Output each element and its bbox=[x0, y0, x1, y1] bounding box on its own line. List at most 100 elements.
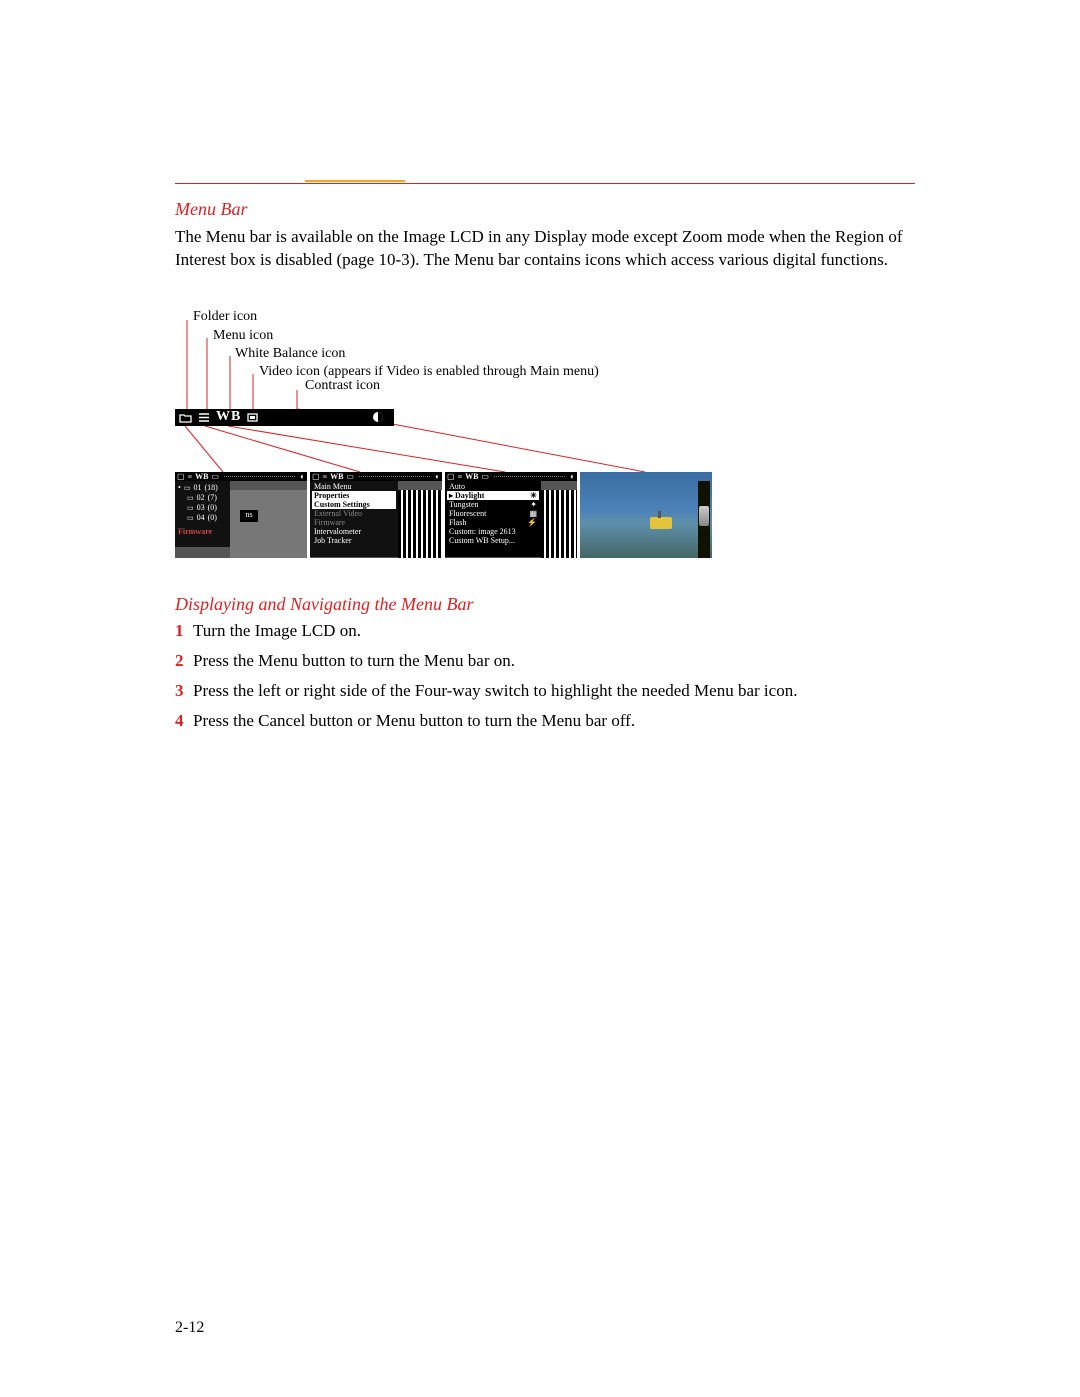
folder-name: 03 bbox=[197, 503, 205, 512]
callout-menu: Menu icon bbox=[213, 329, 273, 344]
list-item: ▭ 04 (0) bbox=[178, 513, 227, 523]
video-icon: ▭ bbox=[211, 472, 219, 481]
menu-bar-intro: The Menu bar is available on the Image L… bbox=[175, 226, 915, 272]
wb-icon: WB bbox=[195, 472, 208, 481]
menu-icon: ≡ bbox=[323, 472, 328, 481]
rule-red bbox=[175, 183, 915, 184]
wb-icon: WB bbox=[330, 472, 343, 481]
folder-icon: ▢ bbox=[177, 472, 185, 481]
item-label: Custom WB Setup... bbox=[449, 536, 515, 545]
step-number: 1 bbox=[175, 621, 193, 641]
contrast-icon: ◐ bbox=[570, 472, 575, 481]
callout-folder: Folder icon bbox=[193, 310, 257, 325]
step-item: 1 Turn the Image LCD on. bbox=[175, 621, 915, 641]
flash-icon: ⚡ bbox=[527, 518, 537, 527]
thumb-bar: ▢ ≡ WB ▭ ◐ bbox=[445, 472, 577, 481]
step-text: Turn the Image LCD on. bbox=[193, 621, 915, 641]
folder-name: 01 bbox=[193, 483, 201, 492]
bullet-icon: • bbox=[178, 483, 181, 492]
video-icon bbox=[247, 409, 261, 425]
thumbs-row: ▢ ≡ WB ▭ ◐ • ▭ 01 (18) bbox=[175, 472, 712, 558]
wb-icon: WB bbox=[216, 409, 241, 425]
daylight-icon: ☀ bbox=[530, 491, 537, 500]
bar-separator bbox=[359, 476, 430, 477]
steps-list: 1 Turn the Image LCD on. 2 Press the Men… bbox=[175, 621, 915, 731]
step-number: 3 bbox=[175, 681, 193, 701]
folder-list: • ▭ 01 (18) ▭ 02 (7) bbox=[175, 481, 230, 547]
list-item: Custom: image 2613 bbox=[447, 527, 539, 536]
tungsten-icon: ✦ bbox=[530, 500, 537, 509]
list-item: Properties bbox=[312, 491, 396, 500]
step-text: Press the Cancel button or Menu button t… bbox=[193, 711, 915, 731]
step-number: 4 bbox=[175, 711, 193, 731]
step-number: 2 bbox=[175, 651, 193, 671]
thumb-body: Auto ▸ Daylight ☀ Tungsten ✦ Fluorescent bbox=[445, 481, 577, 558]
menu-icon: ≡ bbox=[458, 472, 463, 481]
thumb-bar: ▢ ≡ WB ▭ ◐ bbox=[310, 472, 442, 481]
menu-icon: ≡ bbox=[188, 472, 193, 481]
list-item: ▸ Daylight ☀ bbox=[447, 491, 539, 500]
list-item: Tungsten ✦ bbox=[447, 500, 539, 509]
list-item: Fluorescent ▦ bbox=[447, 509, 539, 518]
callout-contrast: Contrast icon bbox=[305, 379, 380, 394]
preview-filmstrip bbox=[398, 490, 442, 558]
step-text: Press the left or right side of the Four… bbox=[193, 681, 915, 701]
boat-icon bbox=[650, 517, 672, 529]
menu-icon bbox=[198, 409, 210, 425]
list-item: • ▭ 01 (18) bbox=[178, 483, 227, 493]
folder-icon: ▭ bbox=[187, 514, 194, 522]
item-label: Fluorescent bbox=[449, 509, 486, 518]
item-label: Custom: image 2613 bbox=[449, 527, 516, 536]
page-number: 2-12 bbox=[175, 1319, 204, 1337]
menu-bar-large: WB bbox=[175, 409, 394, 426]
video-icon: ▭ bbox=[346, 472, 354, 481]
folder-count: (0) bbox=[208, 503, 217, 512]
list-item: Firmware bbox=[312, 518, 396, 527]
folder-icon bbox=[179, 409, 192, 425]
rule-orange bbox=[305, 180, 405, 182]
folder-icon: ▢ bbox=[312, 472, 320, 481]
thumb-wb-menu: ▢ ≡ WB ▭ ◐ Auto ▸ Daylight ☀ bbox=[445, 472, 577, 558]
contrast-icon bbox=[372, 409, 384, 425]
fluorescent-icon: ▦ bbox=[529, 509, 537, 518]
thumb-folder: ▢ ≡ WB ▭ ◐ • ▭ 01 (18) bbox=[175, 472, 307, 558]
callout-wb: White Balance icon bbox=[235, 347, 345, 362]
list-item: ▭ 02 (7) bbox=[178, 493, 227, 503]
contrast-icon: ◐ bbox=[435, 472, 440, 481]
video-icon: ▭ bbox=[481, 472, 489, 481]
step-item: 2 Press the Menu button to turn the Menu… bbox=[175, 651, 915, 671]
section-title-navigation: Displaying and Navigating the Menu Bar bbox=[175, 594, 915, 615]
wb-icon: WB bbox=[465, 472, 478, 481]
preview-pane: ns bbox=[230, 490, 307, 558]
folder-count: (0) bbox=[208, 513, 217, 522]
list-item: Job Tracker bbox=[312, 536, 396, 545]
figure: Folder icon Menu icon White Balance icon… bbox=[175, 302, 915, 572]
folder-icon: ▢ bbox=[447, 472, 455, 481]
page: Menu Bar The Menu bar is available on th… bbox=[0, 0, 1080, 1397]
slider-knob bbox=[699, 506, 709, 526]
list-item: Custom Settings bbox=[312, 500, 396, 509]
list-item: Main Menu bbox=[312, 482, 396, 491]
bar-separator bbox=[224, 476, 295, 477]
thumb-main-menu: ▢ ≡ WB ▭ ◐ Main Menu Properties Custom S… bbox=[310, 472, 442, 558]
selection-box: ns bbox=[240, 510, 258, 522]
item-label: Tungsten bbox=[449, 500, 479, 509]
thumb-contrast bbox=[580, 472, 712, 558]
thumb-body: • ▭ 01 (18) ▭ 02 (7) bbox=[175, 481, 307, 558]
item-label: Flash bbox=[449, 518, 466, 527]
item-label: Daylight bbox=[455, 491, 484, 500]
list-item: Custom WB Setup... bbox=[447, 536, 539, 545]
section-title-menu-bar: Menu Bar bbox=[175, 199, 915, 220]
main-menu-list: Main Menu Properties Custom Settings Ext… bbox=[310, 481, 398, 557]
preview-filmstrip bbox=[541, 490, 577, 558]
thumb-body: Main Menu Properties Custom Settings Ext… bbox=[310, 481, 442, 558]
wb-menu-list: Auto ▸ Daylight ☀ Tungsten ✦ Fluorescent bbox=[445, 481, 541, 557]
firmware-label: Firmware bbox=[178, 527, 227, 536]
step-item: 4 Press the Cancel button or Menu button… bbox=[175, 711, 915, 731]
list-item: Flash ⚡ bbox=[447, 518, 539, 527]
folder-icon: ▭ bbox=[184, 484, 191, 492]
bar-separator bbox=[494, 476, 565, 477]
folder-name: 04 bbox=[197, 513, 205, 522]
list-item: Auto bbox=[447, 482, 539, 491]
item-label: Auto bbox=[449, 482, 465, 491]
